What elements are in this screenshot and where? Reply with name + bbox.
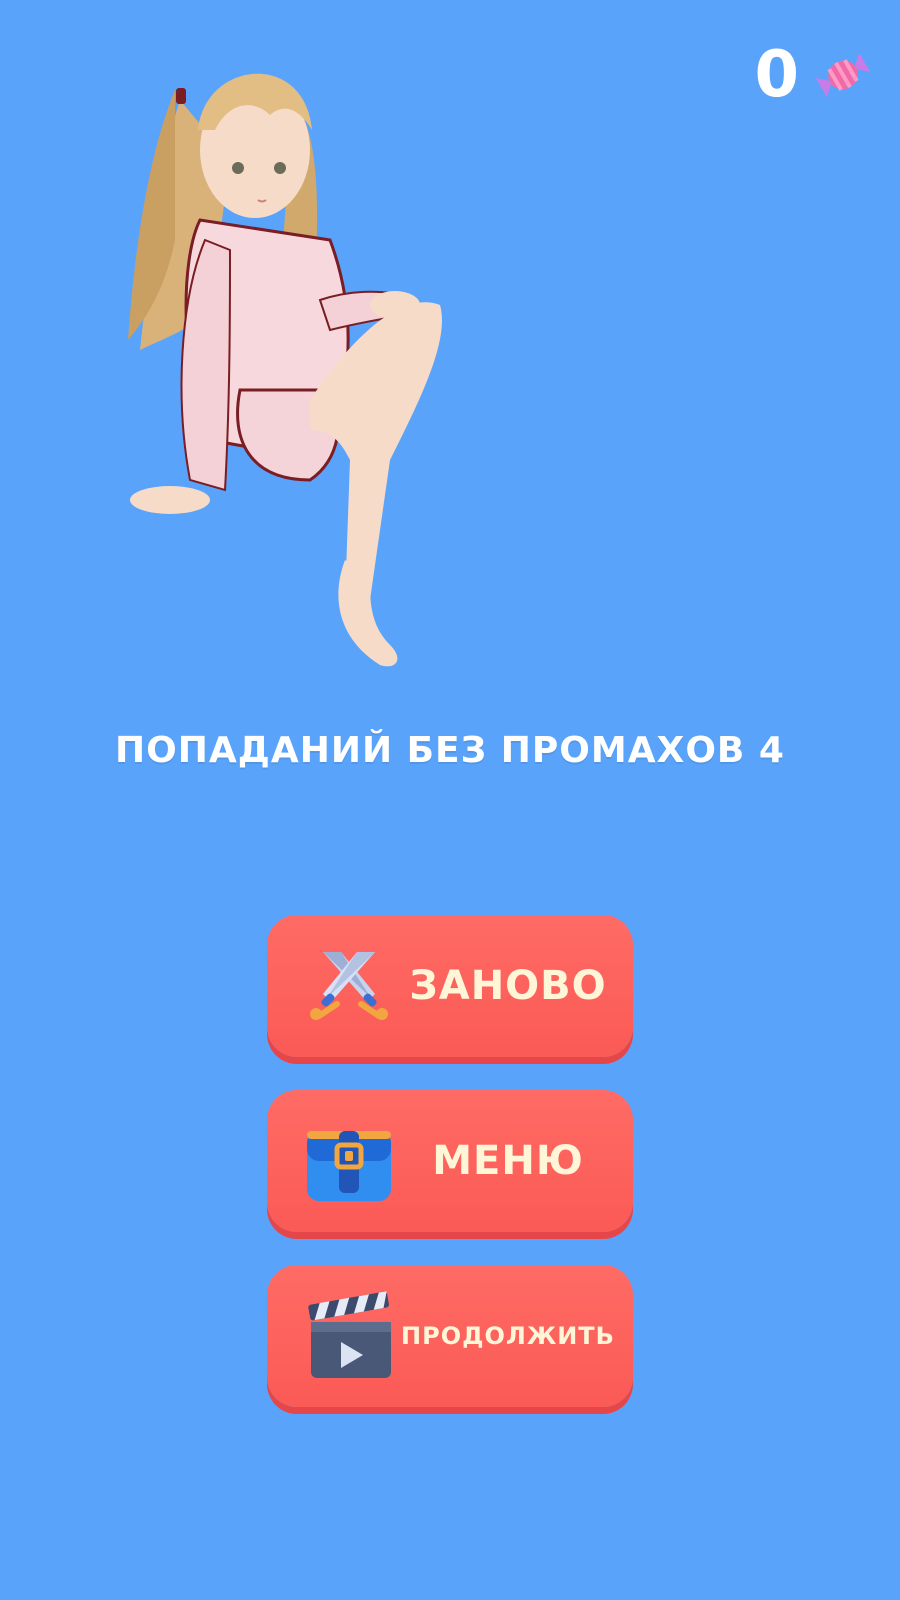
backpack-icon [307,1131,391,1201]
candy-counter: 0 [754,42,876,108]
clapperboard-play-icon [308,1291,391,1378]
restart-button[interactable]: ЗАНОВО [267,915,633,1057]
continue-button[interactable]: ПРОДОЛЖИТЬ [267,1265,633,1407]
candy-count: 0 [754,38,800,112]
continue-button-label: ПРОДОЛЖИТЬ [401,1322,615,1350]
menu-button[interactable]: МЕНЮ [267,1090,633,1232]
streak-result-text: ПОПАДАНИЙ БЕЗ ПРОМАХОВ 4 [115,730,785,771]
menu-button-label: МЕНЮ [432,1138,584,1184]
crossed-swords-icon [310,952,388,1020]
restart-button-label: ЗАНОВО [409,963,607,1009]
character-illustration [128,73,442,667]
candy-icon [815,52,871,98]
